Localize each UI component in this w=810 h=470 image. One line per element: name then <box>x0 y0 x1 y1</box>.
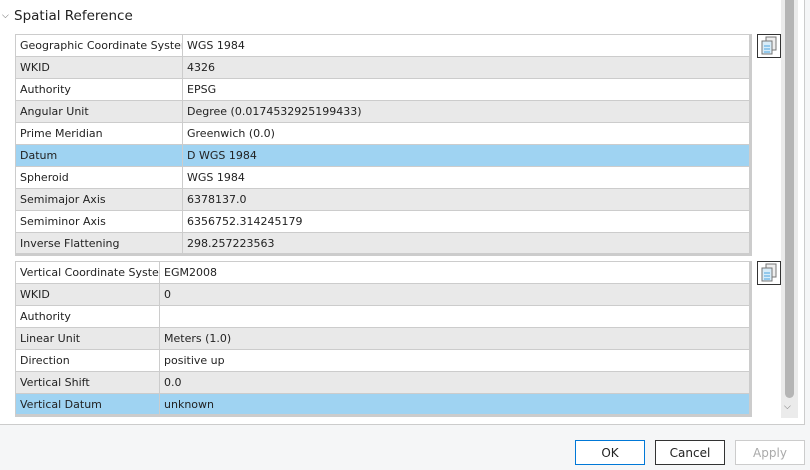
section-title: Spatial Reference <box>14 8 133 24</box>
property-value: D WGS 1984 <box>182 144 751 167</box>
property-value: 4326 <box>182 56 751 79</box>
property-value: Greenwich (0.0) <box>182 122 751 145</box>
property-name: Semiminor Axis <box>15 210 183 233</box>
property-value: WGS 1984 <box>182 34 751 57</box>
property-name: Vertical Datum <box>15 393 160 416</box>
property-value: 6378137.0 <box>182 188 751 211</box>
property-name: WKID <box>15 56 183 79</box>
property-name: Geographic Coordinate System <box>15 34 183 57</box>
property-name: Vertical Shift <box>15 371 160 394</box>
property-value: positive up <box>159 349 751 372</box>
property-name: Authority <box>15 305 160 328</box>
property-value: EPSG <box>182 78 751 101</box>
table-row[interactable]: Datum D WGS 1984 <box>15 144 751 167</box>
table-row[interactable]: Geographic Coordinate System WGS 1984 <box>15 34 751 57</box>
table-row[interactable]: WKID 4326 <box>15 56 751 79</box>
property-value: 298.257223563 <box>182 232 751 255</box>
geographic-coordinate-table: Geographic Coordinate System WGS 1984 WKID… <box>15 34 752 256</box>
property-value: EGM2008 <box>159 261 751 284</box>
table-row[interactable]: Semiminor Axis 6356752.314245179 <box>15 210 751 233</box>
table-row[interactable]: Spheroid WGS 1984 <box>15 166 751 189</box>
table-row[interactable]: WKID 0 <box>15 283 751 306</box>
table-row[interactable]: Authority EPSG <box>15 78 751 101</box>
property-name: Vertical Coordinate System <box>15 261 160 284</box>
table-row[interactable]: Inverse Flattening 298.257223563 <box>15 232 751 255</box>
property-value: WGS 1984 <box>182 166 751 189</box>
table-row[interactable]: Vertical Coordinate System EGM2008 <box>15 261 751 284</box>
property-value: 0 <box>159 283 751 306</box>
table-row[interactable]: Authority <box>15 305 751 328</box>
property-name: Datum <box>15 144 183 167</box>
properties-panel: ⌵ Spatial Reference Geographic Coordinat… <box>0 0 805 425</box>
spatial-reference-header[interactable]: ⌵ Spatial Reference <box>2 8 133 24</box>
table-row[interactable]: Direction positive up <box>15 349 751 372</box>
scrollbar-thumb[interactable] <box>785 0 794 398</box>
vertical-coordinate-table: Vertical Coordinate System EGM2008 WKID 0 Au… <box>15 261 752 417</box>
property-name: Prime Meridian <box>15 122 183 145</box>
table-row[interactable]: Prime Meridian Greenwich (0.0) <box>15 122 751 145</box>
property-value <box>159 305 751 328</box>
table-row[interactable]: Semimajor Axis 6378137.0 <box>15 188 751 211</box>
table-row[interactable]: Vertical Datum unknown <box>15 393 751 416</box>
property-name: Inverse Flattening <box>15 232 183 255</box>
chevron-down-icon: ⌵ <box>2 11 9 21</box>
property-name: Angular Unit <box>15 100 183 123</box>
cancel-button[interactable]: Cancel <box>655 440 725 465</box>
scroll-down-icon[interactable]: ⌵ <box>784 402 791 412</box>
property-value: 0.0 <box>159 371 751 394</box>
copy-vertical-button[interactable] <box>757 261 781 285</box>
property-name: Direction <box>15 349 160 372</box>
copy-icon <box>761 263 777 282</box>
property-value: unknown <box>159 393 751 416</box>
property-value: Degree (0.0174532925199433) <box>182 100 751 123</box>
property-name: WKID <box>15 283 160 306</box>
property-name: Semimajor Axis <box>15 188 183 211</box>
vertical-scrollbar[interactable]: ⌵ <box>781 0 798 418</box>
property-name: Authority <box>15 78 183 101</box>
apply-button[interactable]: Apply <box>735 440 805 465</box>
property-value: 6356752.314245179 <box>182 210 751 233</box>
table-row[interactable]: Vertical Shift 0.0 <box>15 371 751 394</box>
copy-geographic-button[interactable] <box>757 34 781 58</box>
property-name: Linear Unit <box>15 327 160 350</box>
table-row[interactable]: Angular Unit Degree (0.0174532925199433) <box>15 100 751 123</box>
ok-button[interactable]: OK <box>575 440 645 465</box>
property-name: Spheroid <box>15 166 183 189</box>
copy-icon <box>761 36 777 55</box>
property-value: Meters (1.0) <box>159 327 751 350</box>
table-row[interactable]: Linear Unit Meters (1.0) <box>15 327 751 350</box>
